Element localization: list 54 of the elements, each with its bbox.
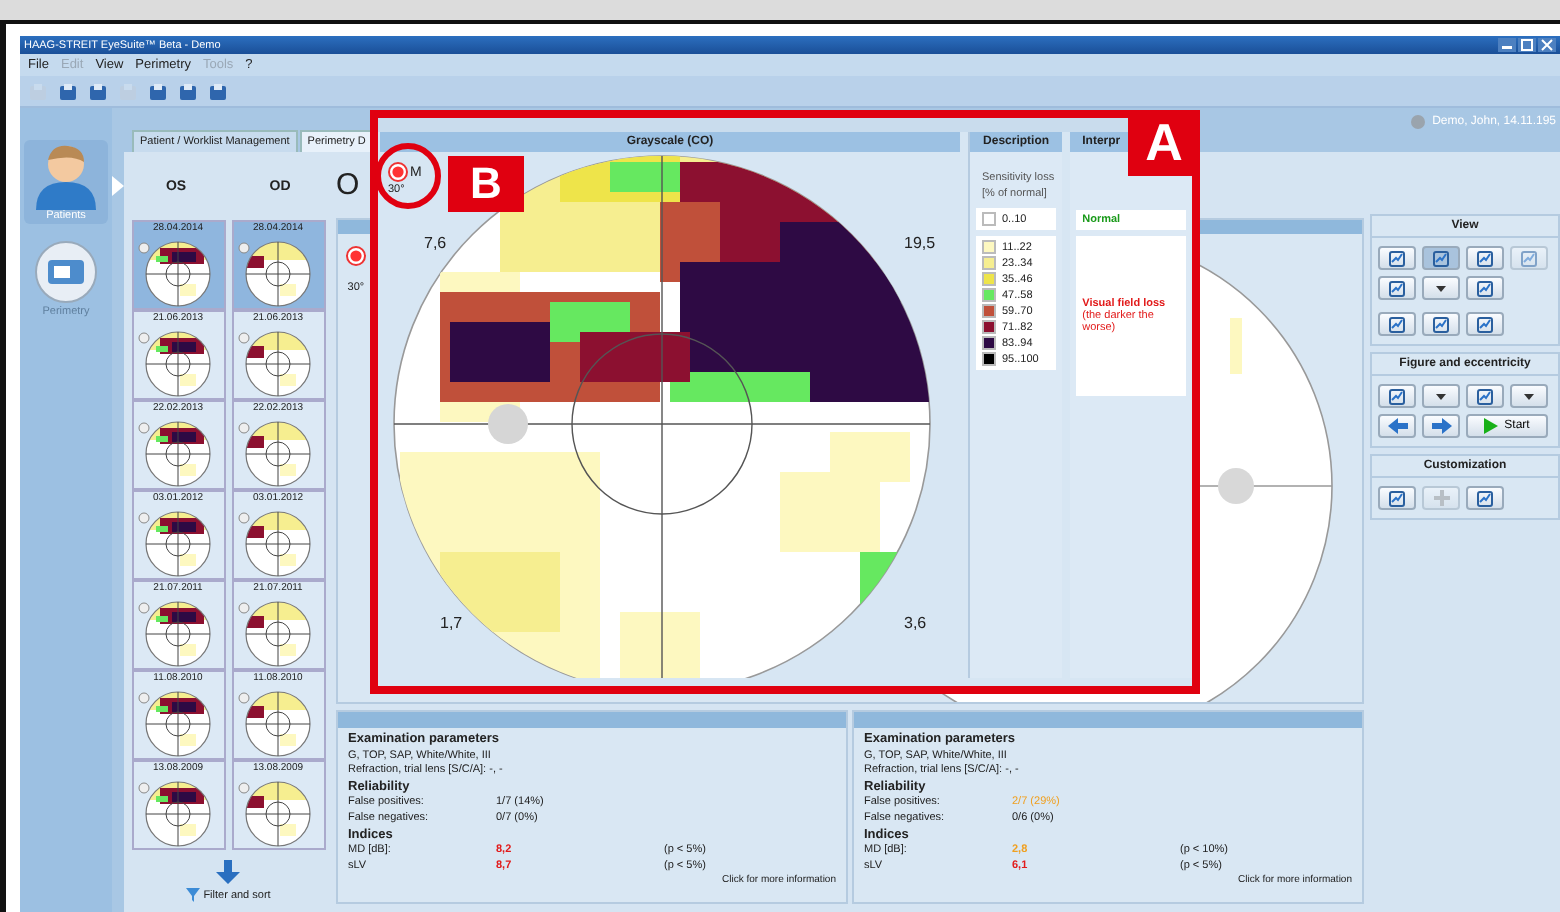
close-icon[interactable]: [1538, 38, 1556, 52]
tool-button[interactable]: [1466, 246, 1504, 270]
left-arrow-icon: [1387, 418, 1407, 434]
toolbar-icon[interactable]: [58, 81, 78, 101]
quadrant-value: 1,7: [440, 614, 463, 632]
funnel-icon: [185, 888, 200, 902]
device-icon: [30, 238, 102, 306]
tool-icon: [1388, 279, 1406, 297]
tool-button[interactable]: [1378, 486, 1416, 510]
tool-icon: [1520, 249, 1538, 267]
tool-icon: [1476, 489, 1494, 507]
tool-button[interactable]: [1422, 312, 1460, 336]
tool-icon: [1476, 279, 1494, 297]
play-icon: [1484, 418, 1499, 434]
caret-icon: [1436, 285, 1446, 291]
tool-icon: [1388, 315, 1406, 333]
tool-button[interactable]: [1466, 312, 1504, 336]
tool-icon: [1476, 315, 1494, 333]
tool-icon: [1476, 249, 1494, 267]
tool-button[interactable]: [1378, 312, 1416, 336]
tool-button[interactable]: [1378, 276, 1416, 300]
status-dot-icon: [1410, 114, 1427, 130]
mode-radio[interactable]: [345, 246, 366, 266]
tool-button[interactable]: [1378, 246, 1416, 270]
tool-icon: [1432, 315, 1450, 333]
toolbar-icon[interactable]: [148, 81, 168, 101]
tool-button[interactable]: [1422, 384, 1460, 408]
caret-icon: [1524, 393, 1534, 399]
tool-button[interactable]: [1466, 384, 1504, 408]
caret-icon: [1436, 393, 1446, 399]
quadrant-value: 7,6: [424, 234, 447, 252]
maximize-icon[interactable]: [1518, 38, 1536, 52]
toolbar-icon[interactable]: [88, 81, 108, 101]
tool-icon: [1388, 249, 1406, 267]
tool-button[interactable]: [1510, 384, 1548, 408]
minimize-icon[interactable]: [1498, 38, 1516, 52]
tool-button[interactable]: [1378, 384, 1416, 408]
tool-button[interactable]: [1422, 276, 1460, 300]
tool-icon: [1476, 387, 1494, 405]
eye-title: O: [336, 168, 360, 202]
tool-icon: [1388, 387, 1406, 405]
tool-icon: [1388, 489, 1406, 507]
toolbar-icon[interactable]: [208, 81, 228, 101]
right-arrow-icon: [1431, 418, 1451, 434]
tool-icon: [1432, 249, 1450, 267]
callout-label: B: [448, 156, 524, 212]
toolbar-icon[interactable]: [178, 81, 198, 101]
quadrant-value: 3,6: [904, 614, 927, 632]
mode-radio[interactable]: [388, 162, 408, 182]
tool-button[interactable]: [1466, 486, 1504, 510]
plus-icon: [1433, 490, 1449, 506]
down-arrow-icon[interactable]: [216, 860, 240, 884]
tool-button[interactable]: [1466, 276, 1504, 300]
quadrant-value: 19,5: [904, 234, 936, 252]
